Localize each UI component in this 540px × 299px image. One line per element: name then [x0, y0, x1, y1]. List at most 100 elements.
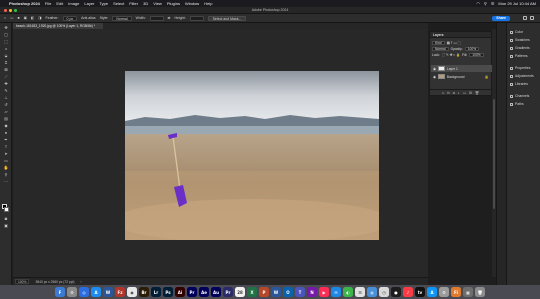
more-tools-icon[interactable]: ⋯ — [3, 180, 9, 184]
style-select[interactable]: Normal — [112, 15, 132, 21]
close-window-button[interactable] — [4, 9, 7, 12]
panel-properties[interactable]: Properties — [510, 66, 530, 70]
marquee-tool-preset-icon[interactable]: ▭ — [10, 16, 13, 20]
dock-app-icon[interactable]: ♪ — [403, 287, 413, 297]
adjustment-layer-icon[interactable]: ◐ — [458, 91, 460, 95]
document-canvas-image[interactable] — [125, 71, 379, 240]
scrollbar-thumb[interactable] — [493, 99, 495, 209]
menu-3d[interactable]: 3D — [143, 1, 148, 6]
history-brush-tool-icon[interactable]: ↺ — [3, 103, 9, 107]
layer-name[interactable]: Layer 1 — [447, 67, 458, 71]
menu-window[interactable]: Window — [185, 1, 199, 6]
dock-app-icon[interactable]: X — [247, 287, 257, 297]
dock-app-icon[interactable]: Pr — [223, 287, 233, 297]
path-selection-tool-icon[interactable]: ➤ — [3, 152, 9, 156]
menu-image[interactable]: Image — [68, 1, 79, 6]
opacity-input[interactable]: 100% — [464, 47, 480, 51]
brush-tool-icon[interactable]: ✎ — [3, 89, 9, 93]
rectangle-tool-icon[interactable]: ▭ — [3, 159, 9, 163]
menu-filter[interactable]: Filter — [129, 1, 138, 6]
pen-tool-icon[interactable]: ✒ — [3, 138, 9, 142]
workspace-icon[interactable] — [530, 16, 534, 20]
dock-app-icon[interactable]: T — [295, 287, 305, 297]
height-input[interactable] — [189, 15, 204, 21]
dock-app-icon[interactable]: ◎ — [79, 287, 89, 297]
search-icon[interactable] — [523, 16, 527, 20]
swap-dimensions-icon[interactable]: ⇄ — [168, 16, 171, 20]
dock-app-icon[interactable]: Fi — [451, 287, 461, 297]
dock-app-icon[interactable]: Ae — [199, 287, 209, 297]
layer-row[interactable]: ◉ Background 🔒 — [431, 73, 492, 80]
layers-panel-header[interactable]: Layers — [430, 32, 491, 38]
control-center-icon[interactable]: ☰ — [491, 1, 495, 6]
panel-paths[interactable]: Paths — [510, 102, 524, 106]
dock-app-icon[interactable]: ◷ — [379, 287, 389, 297]
panel-channels[interactable]: Channels — [510, 94, 529, 98]
dock-app-icon[interactable]: ⚙ — [67, 287, 77, 297]
delete-layer-icon[interactable]: 🗑 — [475, 91, 479, 95]
eyedropper-tool-icon[interactable]: ⟋ — [3, 75, 9, 79]
panel-libraries[interactable]: Libraries — [510, 82, 528, 86]
visibility-eye-icon[interactable]: ◉ — [433, 75, 436, 79]
visibility-eye-icon[interactable]: ◉ — [433, 67, 436, 71]
lasso-tool-icon[interactable]: ↄ — [3, 47, 9, 51]
menu-select[interactable]: Select — [113, 1, 124, 6]
quick-mask-icon[interactable]: ◙ — [3, 217, 9, 221]
dock-app-icon[interactable]: Br — [139, 287, 149, 297]
dock-app-icon[interactable]: Ai — [175, 287, 185, 297]
move-tool-icon[interactable]: ✥ — [3, 26, 9, 30]
dock-app-icon[interactable]: tv — [415, 287, 425, 297]
fill-input[interactable]: 100% — [469, 53, 484, 57]
dodge-tool-icon[interactable]: ● — [3, 131, 9, 135]
filter-icons[interactable]: ▦ T ▭ ⬚ — [447, 41, 461, 45]
dock-app-icon[interactable]: 28 — [235, 287, 245, 297]
intersect-selection-icon[interactable]: ◨ — [38, 16, 41, 20]
lock-icons[interactable]: ⬚ ✎ ✥ ⌗ 🔒 — [442, 53, 460, 57]
new-group-icon[interactable]: ▭ — [463, 91, 466, 95]
new-selection-icon[interactable]: ■ — [17, 16, 19, 20]
app-menu[interactable]: Photoshop 2024 — [9, 1, 40, 6]
dock-app-icon[interactable]: A — [91, 287, 101, 297]
dock-app-icon[interactable]: N — [307, 287, 317, 297]
minimize-window-button[interactable] — [9, 9, 12, 12]
eraser-tool-icon[interactable]: ▱ — [3, 110, 9, 114]
zoom-level-input[interactable]: 100% — [15, 279, 30, 284]
panel-swatches[interactable]: Swatches — [510, 38, 530, 42]
gradient-tool-icon[interactable]: ▤ — [3, 117, 9, 121]
panel-adjustments[interactable]: Adjustments — [510, 74, 534, 78]
wifi-icon[interactable]: ◠ — [476, 1, 480, 6]
marquee-tool-icon[interactable]: ⬚ — [3, 40, 9, 44]
zoom-tool-icon[interactable]: ⚲ — [3, 173, 9, 177]
frame-tool-icon[interactable]: ⊠ — [3, 68, 9, 72]
new-layer-icon[interactable]: ⊞ — [469, 91, 472, 95]
menubar-clock[interactable]: Mon 29 Jul 10:44 AM — [498, 1, 536, 6]
dock-app-icon[interactable]: ◉ — [127, 287, 137, 297]
menu-help[interactable]: Help — [204, 1, 212, 6]
search-icon[interactable]: ⚲ — [484, 1, 487, 6]
subtract-selection-icon[interactable]: ◧ — [31, 16, 34, 20]
dock-app-icon[interactable]: ☰ — [355, 287, 365, 297]
blend-mode-select[interactable]: Normal — [432, 47, 449, 51]
hand-tool-icon[interactable]: ✋ — [3, 166, 9, 170]
menu-file[interactable]: File — [45, 1, 51, 6]
dock-app-icon[interactable]: F — [55, 287, 65, 297]
layer-kind-filter[interactable]: Kind — [432, 41, 445, 45]
dock-app-icon[interactable]: A — [427, 287, 437, 297]
dock-app-icon[interactable]: ◐ — [343, 287, 353, 297]
menu-plugins[interactable]: Plugins — [167, 1, 180, 6]
menu-type[interactable]: Type — [99, 1, 108, 6]
dock-app-icon[interactable]: W — [271, 287, 281, 297]
home-icon[interactable]: ⌂ — [4, 16, 6, 20]
status-menu-arrow-icon[interactable]: › — [80, 280, 81, 284]
select-and-mask-button[interactable]: Select and Mask... — [207, 15, 247, 21]
menu-layer[interactable]: Layer — [84, 1, 94, 6]
document-info[interactable]: 3840 px x 2560 px (72 ppi) — [35, 280, 74, 284]
link-layers-icon[interactable]: ∞ — [442, 91, 444, 95]
zoom-window-button[interactable] — [14, 9, 17, 12]
panel-patterns[interactable]: Patterns — [510, 54, 528, 58]
screen-mode-icon[interactable]: ▣ — [3, 224, 9, 228]
object-selection-tool-icon[interactable]: ⬙ — [3, 54, 9, 58]
menu-view[interactable]: View — [153, 1, 162, 6]
width-input[interactable] — [149, 15, 164, 21]
menu-edit[interactable]: Edit — [56, 1, 63, 6]
